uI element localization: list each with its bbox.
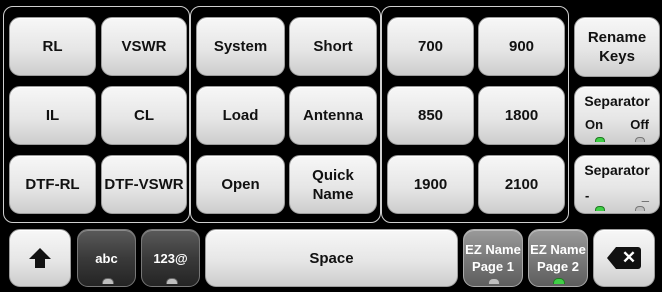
ez-label-line2: Page 2 bbox=[537, 259, 579, 274]
arrow-up-icon bbox=[29, 247, 51, 268]
option-on: On bbox=[585, 117, 604, 132]
space-label: Space bbox=[309, 249, 354, 267]
key-900[interactable]: 900 bbox=[478, 17, 565, 76]
key-label: Load bbox=[222, 107, 259, 124]
key-label: 700 bbox=[417, 38, 444, 55]
abc-label: abc bbox=[95, 250, 118, 266]
key-dtf-rl[interactable]: DTF-RL bbox=[9, 155, 96, 214]
separator-char-toggle[interactable]: Separator - _ bbox=[574, 155, 660, 214]
option-underscore: _ bbox=[641, 188, 649, 203]
shift-button[interactable] bbox=[9, 229, 71, 287]
key-label: CL bbox=[134, 107, 154, 124]
key-label: 1900 bbox=[413, 176, 448, 193]
key-label: DTF-RL bbox=[25, 176, 80, 193]
key-vswr[interactable]: VSWR bbox=[101, 17, 187, 76]
rename-label-line1: Rename bbox=[587, 29, 647, 46]
key-system[interactable]: System bbox=[196, 17, 285, 76]
separator-options: - _ bbox=[585, 186, 649, 205]
key-label: Short bbox=[313, 38, 353, 55]
key-label: 900 bbox=[508, 38, 535, 55]
key-dtf-vswr[interactable]: DTF-VSWR bbox=[101, 155, 187, 214]
option-off: Off bbox=[630, 117, 649, 132]
indicator-on-active bbox=[595, 137, 605, 142]
key-label: VSWR bbox=[121, 38, 167, 55]
numeric-label: 123@ bbox=[153, 250, 188, 266]
backspace-icon: ✕ bbox=[607, 247, 641, 269]
ez-name-page2-button[interactable]: EZ Name Page 2 bbox=[528, 229, 588, 287]
option-dash: - bbox=[585, 188, 590, 203]
key-label: Quick Name bbox=[312, 166, 354, 203]
separator-label: Separator bbox=[584, 162, 650, 178]
key-short[interactable]: Short bbox=[289, 17, 377, 76]
key-rl[interactable]: RL bbox=[9, 17, 96, 76]
page1-indicator bbox=[488, 278, 500, 284]
indicator-dash-active bbox=[595, 206, 605, 211]
key-label: RL bbox=[42, 38, 63, 55]
key-1900[interactable]: 1900 bbox=[387, 155, 474, 214]
key-label: 850 bbox=[417, 107, 444, 124]
indicator-off bbox=[635, 137, 645, 142]
ez-label-line1: EZ Name bbox=[530, 242, 586, 257]
key-open[interactable]: Open bbox=[196, 155, 285, 214]
key-2100[interactable]: 2100 bbox=[478, 155, 565, 214]
page2-indicator-active bbox=[553, 278, 565, 284]
indicator-underscore bbox=[635, 206, 645, 211]
key-label: Open bbox=[221, 176, 260, 193]
numeric-indicator bbox=[165, 278, 178, 284]
key-label: IL bbox=[45, 107, 60, 124]
key-label: DTF-VSWR bbox=[104, 176, 184, 193]
separator-toggle-on-off[interactable]: Separator On Off bbox=[574, 86, 660, 145]
key-cl[interactable]: CL bbox=[101, 86, 187, 145]
numeric-button[interactable]: 123@ bbox=[141, 229, 200, 287]
separator-options: On Off bbox=[585, 115, 649, 134]
rename-label-line2: Keys bbox=[599, 48, 635, 65]
key-label: Antenna bbox=[303, 107, 363, 124]
key-antenna[interactable]: Antenna bbox=[289, 86, 377, 145]
key-850[interactable]: 850 bbox=[387, 86, 474, 145]
key-il[interactable]: IL bbox=[9, 86, 96, 145]
abc-indicator bbox=[101, 278, 114, 284]
ez-label-line1: EZ Name bbox=[465, 242, 521, 257]
key-load[interactable]: Load bbox=[196, 86, 285, 145]
key-quick-name[interactable]: Quick Name bbox=[289, 155, 377, 214]
ez-name-page1-button[interactable]: EZ Name Page 1 bbox=[463, 229, 523, 287]
key-700[interactable]: 700 bbox=[387, 17, 474, 76]
ez-label-line2: Page 1 bbox=[472, 259, 514, 274]
separator-label: Separator bbox=[584, 93, 650, 109]
backspace-button[interactable]: ✕ bbox=[593, 229, 655, 287]
space-button[interactable]: Space bbox=[205, 229, 458, 287]
key-1800[interactable]: 1800 bbox=[478, 86, 565, 145]
key-label: 1800 bbox=[504, 107, 539, 124]
rename-keys-button[interactable]: Rename Keys bbox=[574, 17, 660, 77]
key-label: System bbox=[213, 38, 268, 55]
key-label: 2100 bbox=[504, 176, 539, 193]
abc-button[interactable]: abc bbox=[77, 229, 136, 287]
ez-name-keyboard: RL VSWR IL CL DTF-RL DTF-VSWR System Sho… bbox=[0, 0, 662, 292]
